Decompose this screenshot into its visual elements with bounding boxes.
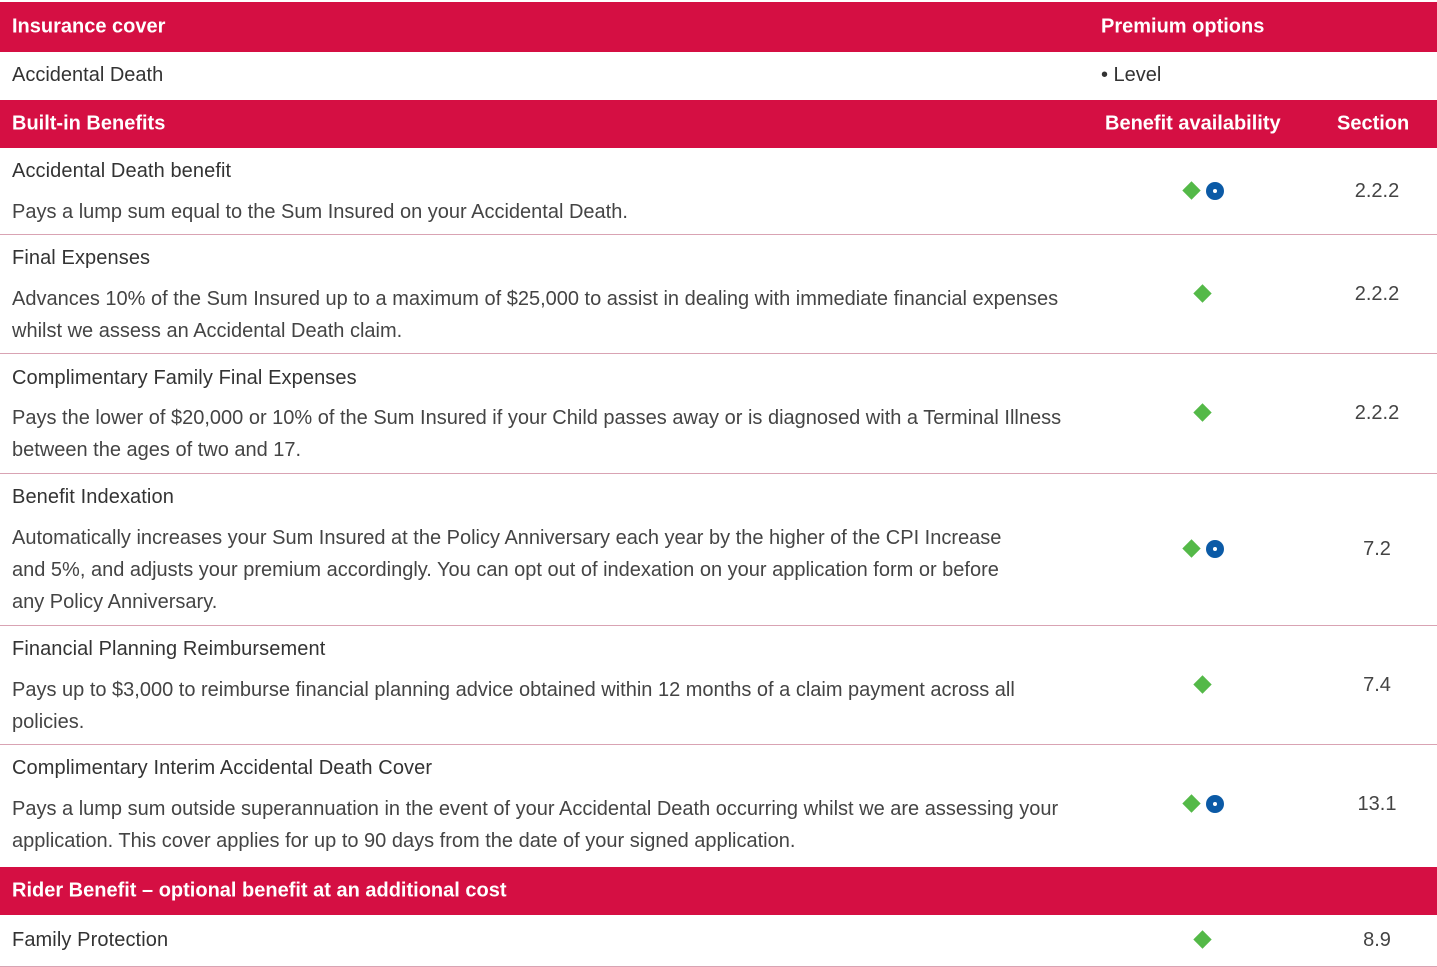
benefit-section: 2.2.2 [1354,283,1400,305]
blue-dot-icon [1206,182,1224,200]
blue-dot-icon [1206,795,1224,813]
benefit-description: Pays up to $3,000 to reimburse financial… [12,679,1015,733]
header-section-label: Section [1337,112,1410,135]
benefit-description: Advances 10% of the Sum Insured up to a … [12,288,1059,342]
green-diamond-icon [1193,403,1212,422]
benefit-section: 13.1 [1357,793,1397,815]
blue-dot-icon [1206,540,1224,558]
benefit-description: Pays a lump sum equal to the Sum Insured… [12,201,628,223]
benefit-row: Financial Planning Reimbursement Pays up… [0,626,1437,745]
benefit-title: Accidental Death benefit [12,160,232,182]
green-diamond-icon [1182,181,1201,200]
benefit-section: 7.4 [1363,674,1391,696]
premium-option: • Level [1101,64,1162,86]
benefit-title: Complimentary Interim Accidental Death C… [12,757,433,779]
header-availability-label: Benefit availability [1105,112,1281,135]
header-cover-label: Insurance cover [12,15,166,38]
green-diamond-icon [1193,284,1212,303]
cover-row: Accidental Death • Level [0,52,1437,98]
benefit-section: 2.2.2 [1354,180,1400,202]
header-rider-label: Rider Benefit – optional benefit at an a… [12,879,507,902]
benefit-title: Benefit Indexation [12,486,174,508]
benefit-row: Complimentary Family Final Expenses Pays… [0,354,1437,474]
header-builtin-label: Built-in Benefits [12,112,166,135]
benefit-row: Final Expenses Advances 10% of the Sum I… [0,235,1437,354]
benefit-title: Financial Planning Reimbursement [12,638,326,660]
rider-title: Family Protection [12,929,169,951]
header-insurance-cover: Insurance cover Premium options [0,0,1437,52]
benefit-title: Final Expenses [12,247,151,269]
green-diamond-icon [1182,794,1201,813]
benefit-description: Pays a lump sum outside superannuation i… [12,798,1059,852]
benefit-description: Pays the lower of $20,000 or 10% of the … [12,407,1062,461]
green-diamond-icon [1182,539,1201,558]
benefit-row: Complimentary Interim Accidental Death C… [0,745,1437,865]
header-rider-benefit: Rider Benefit – optional benefit at an a… [0,865,1437,915]
green-diamond-icon [1193,930,1212,949]
rider-row: Family Protection 8.9 [0,915,1437,967]
header-built-in-benefits: Built-in Benefits Benefit availability S… [0,98,1437,148]
benefit-row: Benefit Indexation Automatically increas… [0,474,1437,626]
benefit-title: Complimentary Family Final Expenses [12,367,357,389]
benefit-section: 2.2.2 [1354,402,1400,424]
benefits-table: Insurance cover Premium options Accident… [0,0,1437,967]
header-premium-label: Premium options [1101,15,1265,38]
green-diamond-icon [1193,675,1212,694]
cover-name: Accidental Death [12,64,164,86]
rider-section: 8.9 [1363,929,1391,951]
benefit-description: Automatically increases your Sum Insured… [12,527,1002,613]
benefit-row: Accidental Death benefit Pays a lump sum… [0,148,1437,235]
benefit-section: 7.2 [1363,538,1391,560]
